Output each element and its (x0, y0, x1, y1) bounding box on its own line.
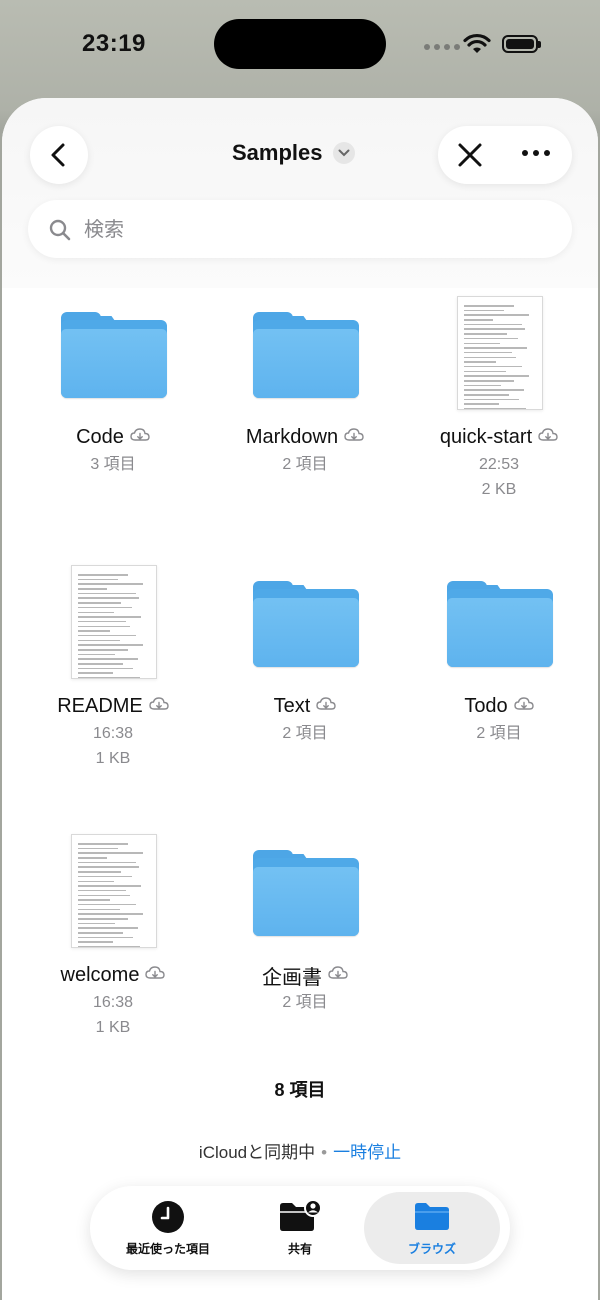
folder-item[interactable]: Todo 2 項目 (404, 565, 594, 745)
status-time: 23:19 (82, 30, 146, 57)
folder-icon (415, 1203, 449, 1230)
icloud-download-icon[interactable] (344, 427, 364, 448)
folder-item[interactable]: Markdown 2 項目 (210, 296, 400, 476)
document-thumbnail (457, 296, 543, 410)
icloud-download-icon[interactable] (328, 965, 348, 986)
item-name: Code (76, 425, 124, 448)
tab-shared-label: 共有 (287, 1242, 312, 1256)
document-thumbnail (71, 834, 157, 948)
shared-folder-icon (280, 1200, 322, 1231)
tab-recents-label: 最近使った項目 (125, 1242, 210, 1256)
folder-item[interactable]: 企画書 2 項目 (210, 834, 400, 1014)
back-button[interactable] (30, 126, 88, 184)
icloud-download-icon[interactable] (538, 427, 558, 448)
item-size: 1 KB (95, 750, 131, 767)
cellular-signal-icon (424, 44, 460, 50)
folder-icon (253, 581, 359, 667)
close-icon[interactable] (456, 141, 484, 169)
item-meta: 2 項目 (282, 994, 328, 1011)
sync-text: iCloudと同期中 (198, 1143, 316, 1162)
folder-icon (253, 312, 359, 398)
item-meta: 2 項目 (476, 725, 522, 742)
sync-status: iCloudと同期中 • 一時停止 (198, 1143, 402, 1162)
status-bar: 23:19 (0, 0, 600, 90)
folder-icon (61, 312, 167, 398)
navigation-bar: Samples (2, 98, 598, 288)
search-bar[interactable] (28, 200, 572, 258)
wifi-icon (463, 33, 491, 53)
document-thumbnail (71, 565, 157, 679)
folder-item[interactable]: Text 2 項目 (210, 565, 400, 745)
page-title: Samples (232, 140, 323, 165)
folder-item[interactable]: Code 3 項目 (18, 296, 208, 476)
tab-recents[interactable]: 最近使った項目 (100, 1186, 236, 1270)
dynamic-island (214, 19, 386, 69)
item-meta: 22:53 (478, 456, 520, 473)
item-name: quick-start (439, 425, 533, 448)
search-input[interactable] (82, 212, 556, 248)
item-meta: 3 項目 (90, 456, 136, 473)
nav-actions (438, 126, 572, 184)
icloud-download-icon[interactable] (149, 696, 169, 717)
folder-icon (253, 850, 359, 936)
document-item[interactable]: welcome 16:38 1 KB (18, 834, 208, 1039)
item-name: README (57, 694, 143, 717)
folder-icon (447, 581, 553, 667)
item-name: Markdown (245, 425, 339, 448)
item-meta: 16:38 (92, 725, 134, 742)
item-meta: 16:38 (92, 994, 134, 1011)
clock-icon (152, 1201, 184, 1233)
item-name: Text (273, 694, 311, 717)
item-meta: 2 項目 (282, 725, 328, 742)
item-name: 企画書 (262, 966, 322, 989)
files-sheet: Samples Code 3 項目 Markdown 2 項目 quick-start 2… (2, 98, 598, 1300)
tab-browse[interactable]: ブラウズ (364, 1192, 500, 1264)
chevron-left-icon (51, 143, 65, 167)
icloud-download-icon[interactable] (513, 696, 534, 717)
item-count: 8 項目 (274, 1080, 326, 1100)
tab-browse-label: ブラウズ (407, 1242, 456, 1256)
tab-shared[interactable]: 共有 (232, 1186, 368, 1270)
icloud-download-icon[interactable] (316, 696, 337, 717)
item-meta: 2 項目 (282, 456, 328, 473)
chevron-down-icon (332, 142, 355, 164)
item-size: 1 KB (95, 1019, 131, 1036)
battery-icon (502, 35, 541, 53)
search-icon (49, 219, 71, 241)
item-name: welcome (60, 963, 140, 986)
document-item[interactable]: quick-start 22:53 2 KB (404, 296, 594, 501)
pause-sync-link[interactable]: 一時停止 (333, 1143, 401, 1162)
icloud-download-icon[interactable] (130, 427, 150, 448)
folder-title-menu[interactable]: Samples (232, 140, 355, 166)
document-item[interactable]: README 16:38 1 KB (18, 565, 208, 770)
more-icon[interactable] (522, 150, 550, 156)
item-name: Todo (464, 694, 508, 717)
icloud-download-icon[interactable] (145, 965, 166, 986)
item-size: 2 KB (481, 481, 517, 498)
tab-bar: 最近使った項目 共有 ブラウズ (90, 1186, 510, 1270)
